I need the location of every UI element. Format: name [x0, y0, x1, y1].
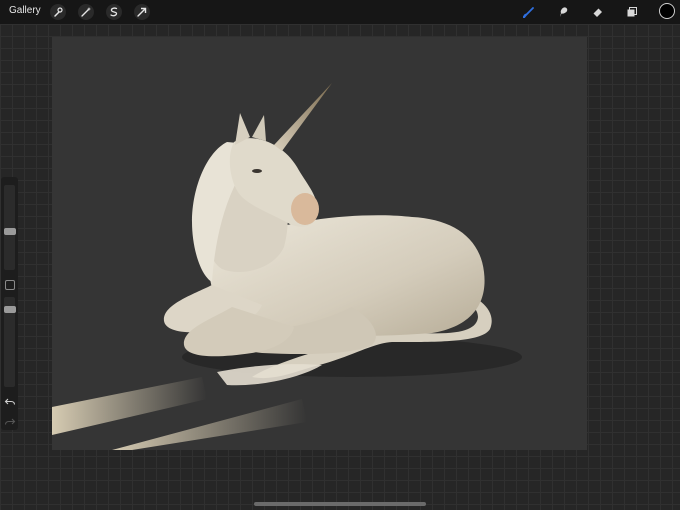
brush-icon[interactable]	[521, 4, 537, 20]
eraser-icon[interactable]	[590, 4, 606, 20]
drawing-canvas[interactable]	[52, 37, 587, 450]
artwork-unicorn	[52, 83, 522, 450]
undo-icon[interactable]	[4, 397, 16, 407]
layers-icon[interactable]	[624, 4, 640, 20]
opacity-thumb[interactable]	[4, 306, 16, 313]
home-indicator[interactable]	[254, 502, 426, 506]
selection-icon[interactable]	[106, 4, 122, 20]
magic-wand-icon[interactable]	[78, 4, 94, 20]
top-toolbar: Gallery	[0, 0, 680, 24]
modify-button[interactable]	[5, 280, 15, 290]
smudge-icon[interactable]	[555, 4, 571, 20]
color-picker-button[interactable]	[659, 3, 675, 19]
left-sidebar	[1, 177, 18, 430]
gallery-button[interactable]: Gallery	[9, 5, 41, 16]
brush-size-thumb[interactable]	[4, 228, 16, 235]
wrench-icon[interactable]	[50, 4, 66, 20]
transform-arrow-icon[interactable]	[134, 4, 150, 20]
redo-icon[interactable]	[4, 417, 16, 427]
